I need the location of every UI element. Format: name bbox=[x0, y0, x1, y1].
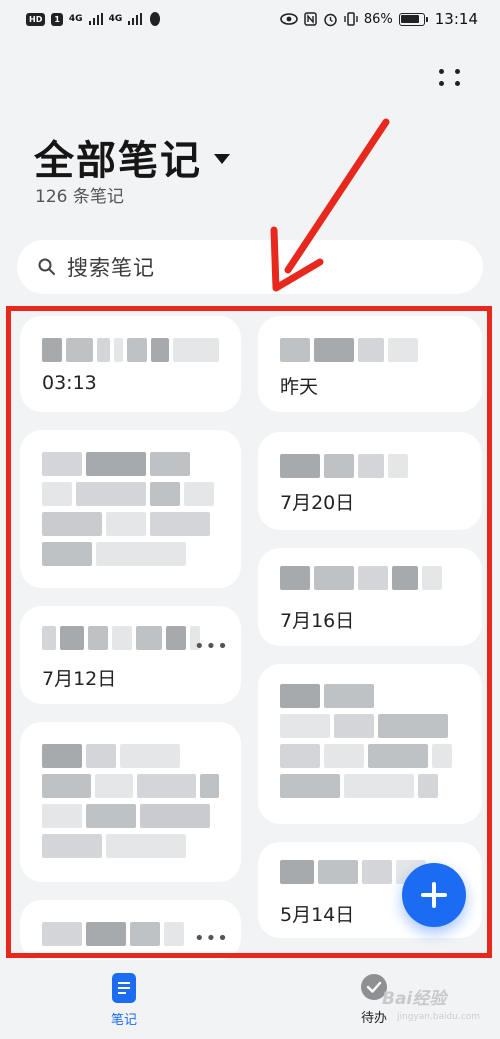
watermark: Bai经验 bbox=[382, 989, 447, 1009]
note-date: 昨天 bbox=[280, 376, 319, 398]
note-preview bbox=[42, 626, 219, 650]
dot-icon bbox=[455, 80, 460, 86]
note-preview bbox=[42, 922, 219, 946]
nav-notes-label: 笔记 bbox=[110, 1013, 137, 1028]
watermark-url: jingyan.baidu.com bbox=[397, 1012, 481, 1022]
note-count: 126 条笔记 bbox=[35, 187, 124, 207]
nav-todo-label: 待办 bbox=[360, 1011, 387, 1026]
nav-notes[interactable]: 笔记 bbox=[100, 973, 148, 1028]
battery-icon bbox=[398, 12, 428, 26]
search-input[interactable]: 搜索笔记 bbox=[17, 240, 483, 294]
status-bar: HD 1 4G 4G 86% 13:14 bbox=[0, 0, 500, 38]
plus-icon-bar bbox=[421, 893, 447, 897]
note-preview bbox=[42, 452, 219, 566]
more-text-indicator: ••• bbox=[194, 636, 229, 657]
note-preview bbox=[280, 684, 460, 798]
note-card[interactable] bbox=[258, 664, 482, 824]
new-note-button[interactable] bbox=[402, 863, 466, 927]
note-preview bbox=[280, 454, 460, 478]
note-date: 7月16日 bbox=[280, 610, 355, 632]
search-placeholder: 搜索笔记 bbox=[67, 256, 155, 280]
note-card[interactable]: 03:13 bbox=[20, 316, 241, 412]
note-card[interactable]: 昨天 bbox=[258, 316, 482, 412]
notes-icon bbox=[112, 973, 136, 1003]
qq-icon bbox=[150, 12, 161, 26]
dot-icon bbox=[455, 68, 460, 74]
note-card[interactable] bbox=[20, 430, 241, 588]
note-date: 7月20日 bbox=[280, 492, 355, 514]
note-preview bbox=[42, 338, 219, 362]
note-preview bbox=[42, 744, 219, 858]
nfc-icon bbox=[304, 12, 317, 26]
more-options-button[interactable] bbox=[432, 62, 468, 92]
sim-indicator: 1 bbox=[51, 12, 63, 26]
note-card[interactable]: 7月20日 bbox=[258, 432, 482, 530]
hd-indicator: HD bbox=[26, 12, 46, 26]
signal-icon bbox=[88, 13, 103, 25]
signal-icon-2 bbox=[128, 13, 143, 25]
note-preview bbox=[280, 566, 460, 590]
note-card[interactable]: ••• bbox=[20, 900, 241, 960]
note-card[interactable] bbox=[20, 722, 241, 882]
note-date: 7月12日 bbox=[42, 668, 117, 690]
network-indicator-1: 4G bbox=[68, 14, 83, 24]
status-time: 13:14 bbox=[434, 10, 478, 28]
page-title: 全部笔记 bbox=[34, 138, 202, 184]
battery-percent: 86% bbox=[363, 11, 393, 27]
network-indicator-2: 4G bbox=[108, 14, 123, 24]
folder-selector[interactable]: 全部笔记 bbox=[34, 128, 230, 186]
alarm-icon bbox=[324, 13, 337, 26]
caret-down-icon bbox=[214, 154, 230, 164]
note-card[interactable]: 7月16日 bbox=[258, 548, 482, 646]
battery-level bbox=[401, 15, 420, 23]
more-text-indicator: ••• bbox=[194, 928, 229, 949]
search-icon bbox=[38, 258, 55, 275]
note-preview bbox=[280, 338, 460, 362]
note-card[interactable]: ••• 7月12日 bbox=[20, 606, 241, 704]
note-date: 03:13 bbox=[42, 372, 97, 394]
note-date: 5月14日 bbox=[280, 904, 355, 926]
eye-comfort-icon bbox=[280, 13, 298, 25]
vibrate-icon bbox=[344, 12, 358, 26]
dot-icon bbox=[439, 68, 444, 74]
dot-icon bbox=[439, 80, 444, 86]
